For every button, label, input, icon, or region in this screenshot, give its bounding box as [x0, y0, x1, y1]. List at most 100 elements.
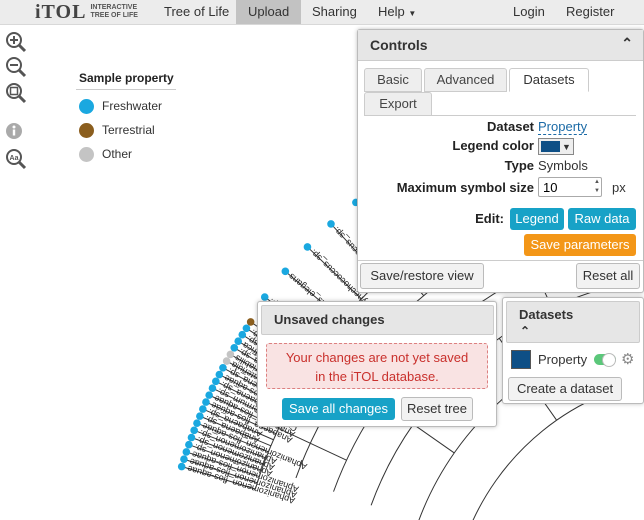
- leaf-symbol: [182, 448, 191, 456]
- tabs-divider: [364, 115, 636, 116]
- datasets-panel: Datasets ⌃ Property ⚙ Create a dataset: [502, 297, 644, 404]
- leaf-symbol: [202, 398, 210, 406]
- legend-edit-button[interactable]: Legend: [510, 208, 564, 230]
- legend-color-picker[interactable]: ▼: [538, 138, 574, 155]
- unsaved-changes-title: Unsaved changes: [274, 312, 385, 327]
- save-parameters-button[interactable]: Save parameters: [524, 234, 636, 256]
- legend-label: Other: [102, 147, 133, 161]
- save-all-changes-button[interactable]: Save all changes: [282, 398, 395, 420]
- type-label: Type: [504, 158, 534, 173]
- legend-label: Terrestrial: [102, 123, 155, 137]
- unsaved-changes-header: Unsaved changes: [261, 305, 494, 335]
- legend-item-freshwater: Freshwater: [76, 94, 176, 118]
- leaf-symbol: [212, 377, 220, 386]
- chevron-down-icon: ▼: [562, 141, 571, 152]
- chevron-down-icon: ▼: [408, 9, 417, 18]
- legend-title: Sample property: [79, 71, 174, 85]
- unsaved-warning-line-1: Your changes are not yet saved: [285, 350, 469, 365]
- legend-label: Freshwater: [102, 99, 163, 113]
- leaf-symbol: [193, 419, 201, 428]
- logo-subtitle: INTERACTIVE TREE OF LIFE: [90, 4, 137, 20]
- nav-register[interactable]: Register: [566, 0, 614, 24]
- leaf-symbol: [196, 412, 204, 420]
- nav-login[interactable]: Login: [513, 0, 545, 24]
- legend: Sample property Freshwater Terrestrial O…: [76, 71, 176, 166]
- leaf-symbol: [234, 337, 243, 346]
- max-symbol-size-label: Maximum symbol size: [396, 180, 534, 195]
- leaf-symbol: [187, 433, 196, 442]
- datasets-header[interactable]: Datasets ⌃: [506, 301, 640, 343]
- logo-subtitle-line-2: TREE OF LIFE: [90, 12, 138, 19]
- nav-sharing[interactable]: Sharing: [312, 0, 357, 24]
- dataset-label: Dataset: [487, 119, 534, 134]
- reset-all-button[interactable]: Reset all: [576, 263, 640, 289]
- zoom-in-icon[interactable]: [5, 31, 27, 53]
- info-icon[interactable]: [5, 121, 27, 143]
- leaf-symbol: [180, 455, 188, 464]
- chevron-up-icon[interactable]: ⌃: [520, 324, 530, 338]
- tab-basic[interactable]: Basic: [364, 68, 422, 92]
- legend-color-label: Legend color: [452, 138, 534, 153]
- leaf-symbol: [222, 357, 231, 365]
- leaf-symbol: [190, 426, 198, 435]
- nav-tree-of-life[interactable]: Tree of Life: [164, 0, 229, 24]
- controls-panel: Controls ⌃ Basic Advanced Datasets Expor…: [357, 29, 644, 293]
- unsaved-changes-panel: Unsaved changes Your changes are not yet…: [257, 301, 497, 427]
- controls-title: Controls: [370, 37, 428, 53]
- unsaved-warning-line-2: in the iTOL database.: [315, 369, 439, 384]
- legend-swatch: [79, 122, 94, 138]
- gear-icon[interactable]: ⚙: [621, 350, 634, 368]
- create-dataset-button[interactable]: Create a dataset: [508, 377, 622, 401]
- max-symbol-size-unit: px: [612, 180, 626, 195]
- nav-help[interactable]: Help ▼: [378, 0, 416, 24]
- nav-help-label: Help: [378, 4, 405, 19]
- datasets-title: Datasets: [519, 307, 574, 322]
- leaf-symbol: [185, 440, 193, 449]
- leaf-symbol: [177, 462, 186, 471]
- max-symbol-size-input[interactable]: [538, 177, 602, 197]
- reset-tree-button[interactable]: Reset tree: [401, 397, 473, 421]
- navbar: iTOL INTERACTIVE TREE OF LIFE Tree of Li…: [0, 0, 644, 25]
- leaf-symbol: [242, 324, 251, 333]
- leaf-symbol: [303, 243, 312, 251]
- leaf-symbol: [260, 293, 269, 301]
- leaf-symbol: [208, 384, 217, 393]
- leaf-symbol: [230, 343, 239, 352]
- dataset-item-label: Property: [538, 352, 588, 367]
- leaf-symbol: [219, 363, 227, 372]
- dataset-value[interactable]: Property: [538, 119, 588, 135]
- legend-item-terrestrial: Terrestrial: [76, 118, 176, 142]
- leaf-symbol: [226, 350, 235, 359]
- zoom-fit-icon[interactable]: [5, 82, 27, 104]
- stepper-arrows-icon[interactable]: ▲ ▼: [594, 178, 600, 196]
- leaf-symbol: [238, 330, 247, 339]
- logo-text: iTOL: [35, 0, 87, 23]
- leaf-symbol: [215, 370, 224, 379]
- svg-text:Aa: Aa: [10, 155, 19, 162]
- type-value: Symbols: [538, 158, 588, 173]
- edit-label: Edit:: [475, 211, 504, 226]
- legend-divider: [76, 89, 176, 90]
- font-size-icon[interactable]: Aa: [5, 148, 27, 170]
- raw-data-button[interactable]: Raw data: [568, 208, 636, 230]
- leaf-symbol: [281, 267, 290, 276]
- toggle-knob: [602, 353, 616, 367]
- leaf-symbol: [327, 220, 335, 228]
- zoom-out-icon[interactable]: [5, 56, 27, 78]
- chevron-up-icon[interactable]: ⌃: [621, 35, 633, 52]
- itol-logo[interactable]: iTOL INTERACTIVE TREE OF LIFE: [35, 0, 138, 23]
- dataset-visibility-toggle[interactable]: [594, 353, 616, 367]
- dataset-color-swatch: [511, 350, 531, 369]
- leaf-symbol: [246, 318, 255, 326]
- controls-header[interactable]: Controls ⌃: [358, 30, 643, 61]
- save-restore-view-button[interactable]: Save/restore view: [360, 263, 484, 289]
- legend-swatch: [79, 98, 94, 114]
- unsaved-warning: Your changes are not yet saved in the iT…: [266, 343, 488, 389]
- legend-swatch: [79, 146, 94, 162]
- tab-export[interactable]: Export: [364, 92, 432, 116]
- tab-advanced[interactable]: Advanced: [424, 68, 507, 92]
- tab-datasets[interactable]: Datasets: [509, 68, 589, 92]
- controls-footer-divider: [358, 260, 643, 261]
- nav-upload[interactable]: Upload: [236, 0, 302, 24]
- leaf-symbol: [205, 391, 213, 399]
